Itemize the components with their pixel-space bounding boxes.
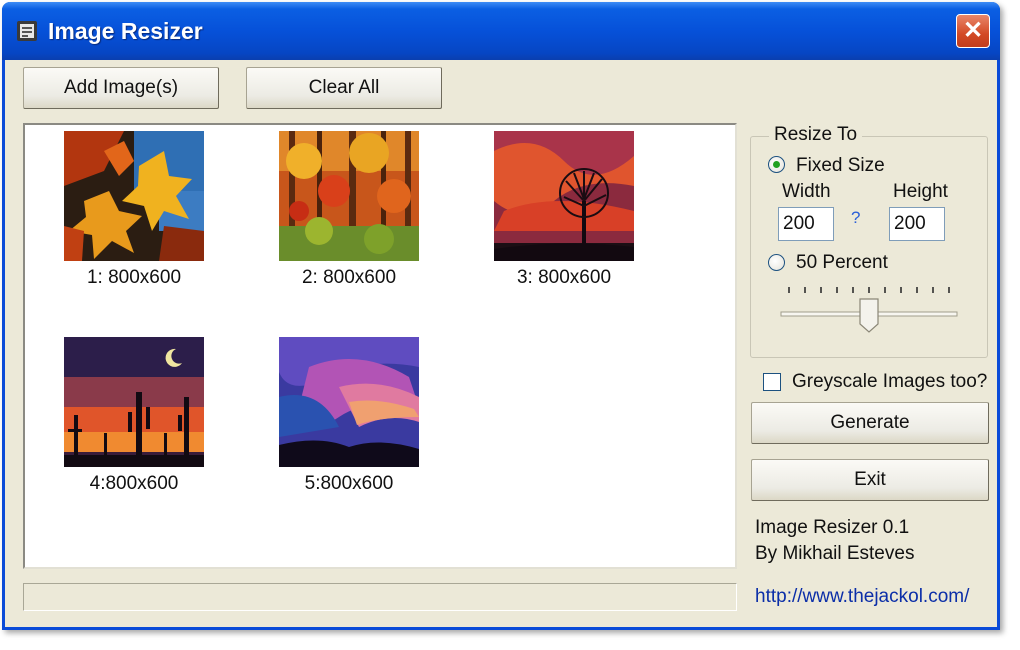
image-label: 1: 800x600 — [86, 267, 182, 288]
slider-track — [780, 287, 958, 333]
fifty-percent-label[interactable]: 50 Percent — [796, 252, 888, 274]
app-icon — [17, 21, 37, 41]
resize-to-label: Resize To — [769, 124, 863, 146]
fixed-size-label[interactable]: Fixed Size — [796, 155, 885, 177]
image-label: 4:800x600 — [89, 473, 179, 494]
greyscale-checkbox[interactable] — [763, 373, 781, 391]
progress-bar — [23, 583, 737, 611]
width-input[interactable]: 200 — [778, 207, 834, 241]
window-title: Image Resizer — [48, 18, 203, 44]
purple-sky-thumbnail[interactable] — [279, 337, 419, 467]
app-window: Image Resizer ✕ Add Image(s) Clear All 1… — [2, 2, 1000, 630]
website-link[interactable]: http://www.thejackol.com/ — [755, 586, 969, 608]
generate-button[interactable]: Generate — [751, 402, 989, 444]
greyscale-label[interactable]: Greyscale Images too? — [792, 371, 987, 393]
fixed-size-radio[interactable] — [768, 156, 785, 173]
image-list[interactable]: 1: 800x600 2: 800x600 3: 800x600 4:800x6… — [23, 123, 737, 569]
title-bar[interactable]: Image Resizer ✕ — [2, 2, 1000, 60]
image-label: 3: 800x600 — [516, 267, 612, 288]
percent-slider[interactable] — [777, 284, 959, 334]
version-text: Image Resizer 0.1 — [755, 517, 910, 538]
autumn-forest-thumbnail[interactable] — [279, 131, 419, 261]
height-label: Height — [893, 181, 948, 202]
width-label: Width — [782, 181, 831, 202]
author-text: By Mikhail Esteves — [755, 543, 915, 564]
height-input[interactable]: 200 — [889, 207, 945, 241]
autumn-leaves-thumbnail[interactable] — [64, 131, 204, 261]
exit-button[interactable]: Exit — [751, 459, 989, 501]
clear-all-button[interactable]: Clear All — [246, 67, 442, 109]
image-label: 5:800x600 — [304, 473, 394, 494]
sunset-tree-thumbnail[interactable] — [494, 131, 634, 261]
add-images-button[interactable]: Add Image(s) — [23, 67, 219, 109]
radio-selected-dot — [773, 161, 780, 168]
close-button[interactable]: ✕ — [956, 14, 990, 48]
aspect-ratio-link[interactable]: ? — [851, 208, 860, 228]
image-label: 2: 800x600 — [301, 267, 397, 288]
desert-cactus-sunset-thumbnail[interactable] — [64, 337, 204, 467]
fifty-percent-radio[interactable] — [768, 254, 785, 271]
